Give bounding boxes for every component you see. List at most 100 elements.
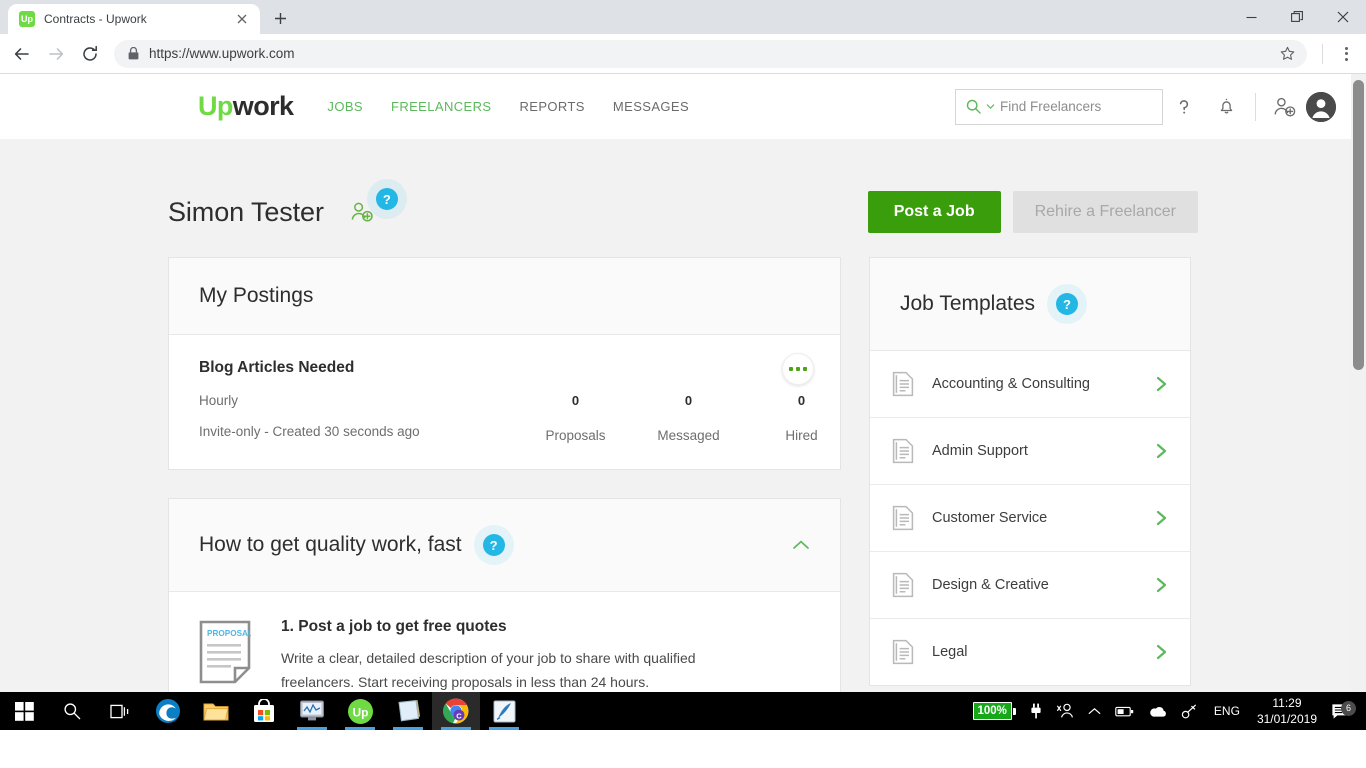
restore-icon[interactable] [1274, 0, 1320, 34]
posting-title[interactable]: Blog Articles Needed [199, 359, 810, 377]
job-template-row[interactable]: Design & Creative [870, 552, 1190, 619]
stat-hired: 0 Hired [745, 393, 858, 443]
posting-type: Hourly [199, 393, 239, 408]
search-input[interactable]: Find Freelancers [955, 88, 1163, 125]
posting-row[interactable]: Blog Articles Needed Hourly Invite-only … [169, 335, 840, 469]
action-center-icon[interactable]: 6 [1325, 700, 1360, 720]
question-mark-icon: ? [375, 188, 398, 210]
my-postings-header: My Postings [169, 258, 840, 335]
chevron-down-icon[interactable] [986, 102, 995, 111]
step-title: 1. Post a job to get free quotes [281, 618, 507, 635]
browser-tab[interactable]: Up Contracts - Upwork [8, 4, 260, 34]
help-badge[interactable]: ? [1047, 284, 1088, 324]
back-arrow-icon[interactable] [6, 38, 38, 70]
bell-icon[interactable] [1205, 87, 1247, 127]
stat-label: Proposals [545, 428, 606, 443]
search-button[interactable] [48, 692, 96, 730]
search-icon [966, 99, 981, 114]
address-bar[interactable]: https://www.upwork.com [114, 39, 1307, 68]
step-body: Write a clear, detailed description of y… [281, 650, 696, 691]
chevron-right-icon[interactable] [1155, 443, 1168, 459]
chrome-icon[interactable]: C [432, 692, 480, 730]
battery-percent-indicator[interactable]: 100% [966, 692, 1023, 730]
language-indicator[interactable]: ENG [1205, 704, 1249, 718]
browser-toolbar: https://www.upwork.com [0, 34, 1366, 74]
page-scrollbar[interactable] [1351, 74, 1366, 730]
job-template-row[interactable]: Customer Service [870, 485, 1190, 552]
people-icon[interactable] [1049, 692, 1081, 730]
post-a-job-button[interactable]: Post a Job [867, 191, 1001, 233]
rehire-a-freelancer-button[interactable]: Rehire a Freelancer [1012, 191, 1198, 233]
job-template-row[interactable]: Accounting & Consulting [870, 351, 1190, 418]
photo-editor-icon[interactable] [480, 692, 528, 730]
minimize-icon[interactable] [1228, 0, 1274, 34]
document-icon [892, 371, 914, 397]
help-badge[interactable]: ? [366, 179, 407, 219]
chevron-up-icon[interactable] [1081, 692, 1108, 730]
monitor-app-icon[interactable] [288, 692, 336, 730]
search-placeholder: Find Freelancers [1000, 99, 1102, 114]
lock-icon [128, 47, 139, 60]
tab-title: Contracts - Upwork [44, 12, 147, 26]
clock[interactable]: 11:29 31/01/2019 [1249, 695, 1325, 727]
add-person-icon[interactable] [1264, 87, 1306, 127]
posting-meta: Hourly Invite-only - Created 30 seconds … [199, 393, 519, 439]
job-template-row[interactable]: Legal [870, 619, 1190, 685]
navbar-divider [1255, 92, 1256, 121]
close-icon[interactable] [233, 10, 251, 28]
reload-icon[interactable] [74, 38, 106, 70]
file-explorer-icon[interactable] [192, 692, 240, 730]
new-tab-button[interactable] [266, 4, 294, 32]
job-template-label: Accounting & Consulting [932, 376, 1090, 392]
forward-arrow-icon[interactable] [40, 38, 72, 70]
scrollbar-thumb[interactable] [1353, 80, 1364, 370]
stat-proposals: 0 Proposals [519, 393, 632, 443]
sticky-notes-icon[interactable] [384, 692, 432, 730]
nav-item-freelancers[interactable]: FREELANCERS [391, 99, 491, 114]
browser-window: Up Contracts - Upwork https://www.upwork… [0, 0, 1366, 730]
quality-work-header[interactable]: How to get quality work, fast ? [169, 499, 840, 592]
user-avatar-icon[interactable] [1306, 91, 1336, 122]
chevron-right-icon[interactable] [1155, 577, 1168, 593]
proposal-document-icon: PROPOSAL [199, 618, 257, 694]
power-plug-icon[interactable] [1023, 692, 1049, 730]
clock-time: 11:29 [1272, 695, 1302, 710]
nav-item-jobs[interactable]: JOBS [327, 99, 363, 114]
upwork-logo[interactable]: Upwork [198, 91, 294, 121]
network-icon[interactable] [1174, 692, 1205, 730]
window-controls [1228, 0, 1366, 34]
more-options-icon[interactable] [782, 353, 814, 385]
chevron-right-icon[interactable] [1155, 644, 1168, 660]
close-icon[interactable] [1320, 0, 1366, 34]
upwork-app-icon[interactable]: Up [336, 692, 384, 730]
clock-date: 31/01/2019 [1256, 712, 1317, 726]
my-postings-card: My Postings Blog Articles Needed Hourly … [168, 257, 841, 470]
tab-strip: Up Contracts - Upwork [0, 0, 1366, 34]
microsoft-store-icon[interactable] [240, 692, 288, 730]
job-template-label: Legal [932, 644, 968, 660]
document-icon [892, 505, 914, 531]
toolbar-divider [1322, 43, 1323, 64]
nav-item-messages[interactable]: MESSAGES [613, 99, 689, 114]
job-template-row[interactable]: Admin Support [870, 418, 1190, 485]
page-title: Simon Tester [168, 196, 324, 227]
start-button[interactable] [0, 692, 48, 730]
chevron-right-icon[interactable] [1155, 510, 1168, 526]
battery-icon[interactable] [1108, 692, 1141, 730]
logo-up-text: Up [198, 91, 233, 121]
windows-taskbar: Up C 100% ENG 11:29 31/01/2019 6 [0, 692, 1366, 730]
help-badge[interactable]: ? [473, 525, 514, 565]
quality-work-card: How to get quality work, fast ? PROPOSAL… [168, 498, 841, 716]
stat-value: 0 [571, 393, 580, 408]
chevron-right-icon[interactable] [1155, 376, 1168, 392]
nav-item-reports[interactable]: REPORTS [519, 99, 584, 114]
svg-text:C: C [456, 712, 462, 721]
task-view-button[interactable] [96, 692, 144, 730]
kebab-menu-icon[interactable] [1332, 38, 1360, 70]
edge-icon[interactable] [144, 692, 192, 730]
question-mark-icon[interactable] [1163, 87, 1205, 127]
star-icon[interactable] [1275, 42, 1299, 66]
job-template-label: Customer Service [932, 510, 1048, 526]
chevron-up-icon[interactable] [792, 539, 810, 551]
onedrive-icon[interactable] [1141, 692, 1174, 730]
